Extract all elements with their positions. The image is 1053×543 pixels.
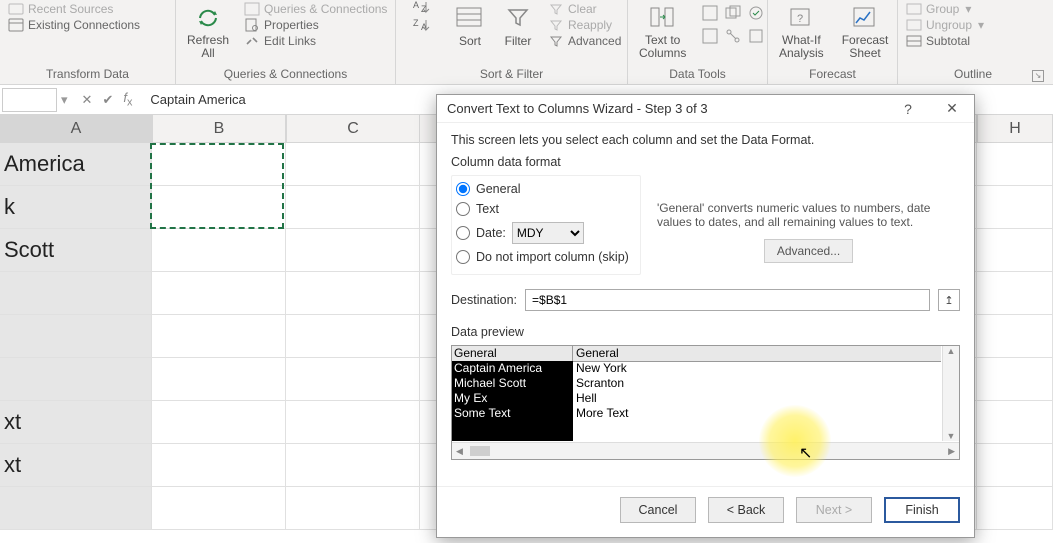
outline-dialog-launcher-icon[interactable]: ↘ bbox=[1032, 70, 1044, 82]
properties-button[interactable]: Properties bbox=[244, 18, 387, 32]
consolidate-icon[interactable] bbox=[701, 27, 721, 47]
column-header-b[interactable]: B bbox=[152, 115, 286, 143]
ribbon-group-label: Sort & Filter bbox=[404, 65, 619, 84]
data-preview-label: Data preview bbox=[451, 325, 960, 339]
finish-button[interactable]: Finish bbox=[884, 497, 960, 523]
text-to-columns-button[interactable]: Text to Columns bbox=[636, 2, 689, 62]
reapply-filter-button[interactable]: Reapply bbox=[548, 18, 621, 32]
cell[interactable]: k bbox=[0, 186, 152, 229]
cell[interactable]: xt bbox=[0, 444, 152, 487]
forecast-sheet-icon bbox=[850, 4, 880, 32]
help-button[interactable]: ? bbox=[886, 95, 930, 123]
next-button: Next > bbox=[796, 497, 872, 523]
forecast-sheet-button[interactable]: Forecast Sheet bbox=[839, 2, 892, 62]
dialog-title: Convert Text to Columns Wizard - Step 3 … bbox=[447, 101, 708, 116]
svg-text:A: A bbox=[413, 0, 419, 10]
ribbon-group-label: Queries & Connections bbox=[184, 65, 387, 84]
cell[interactable] bbox=[0, 272, 152, 315]
cancel-button[interactable]: Cancel bbox=[620, 497, 696, 523]
svg-text:Z: Z bbox=[413, 18, 419, 28]
advanced-filter-button[interactable]: Advanced bbox=[548, 34, 621, 48]
cell[interactable] bbox=[0, 358, 152, 401]
advanced-button[interactable]: Advanced... bbox=[764, 239, 853, 263]
edit-links-button[interactable]: Edit Links bbox=[244, 34, 387, 48]
data-model-icon[interactable] bbox=[747, 27, 767, 47]
group-button[interactable]: Group▾ bbox=[906, 2, 984, 16]
filter-button[interactable]: Filter bbox=[500, 2, 536, 50]
fx-icon[interactable]: fx bbox=[123, 90, 132, 109]
column-header-c[interactable]: C bbox=[286, 115, 420, 143]
ribbon-group-label: Transform Data bbox=[8, 65, 167, 84]
queries-connections-button[interactable]: Queries & Connections bbox=[244, 2, 387, 16]
ribbon-group-label: Outline↘ bbox=[906, 65, 1040, 84]
cell[interactable]: Scott bbox=[0, 229, 152, 272]
cell[interactable]: xt bbox=[0, 401, 152, 444]
ribbon: Recent Sources Existing Connections Tran… bbox=[0, 0, 1053, 85]
text-to-columns-icon bbox=[648, 4, 678, 32]
accept-formula-icon[interactable]: ✔ bbox=[102, 92, 113, 108]
range-picker-icon[interactable]: ↥ bbox=[938, 289, 960, 311]
sort-button[interactable]: Sort bbox=[452, 2, 488, 50]
remove-duplicates-icon[interactable] bbox=[724, 4, 744, 24]
what-if-icon: ? bbox=[786, 4, 816, 32]
text-to-columns-wizard-dialog: Convert Text to Columns Wizard - Step 3 … bbox=[436, 94, 975, 538]
data-validation-icon[interactable] bbox=[747, 4, 767, 24]
name-box[interactable] bbox=[2, 88, 57, 112]
ribbon-group-label: Data Tools bbox=[636, 65, 759, 84]
subtotal-button[interactable]: Subtotal bbox=[906, 34, 984, 48]
ungroup-button[interactable]: Ungroup▾ bbox=[906, 18, 984, 32]
close-button[interactable]: ✕ bbox=[930, 95, 974, 123]
existing-connections-button[interactable]: Existing Connections bbox=[8, 18, 140, 32]
sort-az-icon: AZZA bbox=[407, 4, 437, 32]
svg-text:?: ? bbox=[797, 13, 803, 25]
cancel-formula-icon[interactable]: ✕ bbox=[82, 92, 93, 108]
refresh-all-button[interactable]: Refresh All bbox=[184, 2, 232, 62]
column-header-h[interactable]: H bbox=[977, 115, 1053, 143]
sort-icon bbox=[455, 4, 485, 32]
ribbon-group-label: Forecast bbox=[776, 65, 889, 84]
dialog-intro: This screen lets you select each column … bbox=[451, 133, 960, 147]
relationships-icon[interactable] bbox=[724, 27, 744, 47]
destination-input[interactable] bbox=[525, 289, 930, 311]
filter-icon bbox=[503, 4, 533, 32]
cell[interactable] bbox=[0, 315, 152, 358]
cell[interactable]: America bbox=[0, 143, 152, 186]
flash-fill-icon[interactable] bbox=[701, 4, 721, 24]
sort-az-button[interactable]: AZZA bbox=[404, 2, 440, 34]
data-preview[interactable]: GeneralGeneral Captain America Michael S… bbox=[451, 345, 960, 460]
preview-horizontal-scrollbar[interactable]: ◀▶ bbox=[452, 442, 959, 459]
preview-vertical-scrollbar[interactable]: ▲▼ bbox=[942, 346, 959, 441]
what-if-analysis-button[interactable]: ? What-If Analysis bbox=[776, 2, 827, 62]
clear-filter-button[interactable]: Clear bbox=[548, 2, 621, 16]
column-data-format-label: Column data format bbox=[451, 155, 960, 169]
recent-sources-button[interactable]: Recent Sources bbox=[8, 2, 140, 16]
refresh-icon bbox=[193, 4, 223, 32]
radio-skip[interactable]: Do not import column (skip) bbox=[456, 250, 632, 264]
destination-label: Destination: bbox=[451, 293, 517, 307]
back-button[interactable]: < Back bbox=[708, 497, 784, 523]
radio-text[interactable]: Text bbox=[456, 202, 632, 216]
date-format-select[interactable]: MDY bbox=[512, 222, 584, 244]
radio-date[interactable]: Date: MDY bbox=[456, 222, 632, 244]
general-description: 'General' converts numeric values to num… bbox=[657, 201, 960, 229]
radio-general[interactable]: General bbox=[456, 182, 632, 196]
column-header-a[interactable]: A bbox=[0, 115, 152, 143]
column-data-format-radios: General Text Date: MDY Do not import col… bbox=[451, 175, 641, 275]
